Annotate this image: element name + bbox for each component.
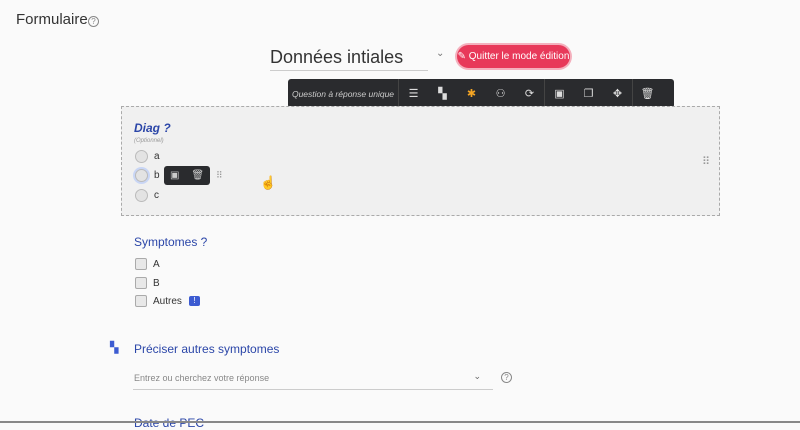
radio-b[interactable]	[135, 169, 148, 182]
required-asterisk-icon[interactable]: ✱	[457, 87, 486, 100]
question-toolbar: Question à réponse unique ☰ ▚ ✱ ⚇ ⟳ ▣ ❐ …	[288, 79, 674, 108]
help-icon[interactable]: ?	[88, 16, 99, 27]
comment-alert-icon[interactable]: ▣	[545, 87, 574, 100]
help-icon[interactable]: ?	[501, 372, 512, 383]
comment-alert-icon[interactable]: !	[189, 296, 200, 306]
option-label: B	[153, 278, 160, 289]
question-type-label: Question à réponse unique	[291, 88, 395, 99]
optional-label: (Optionnel)	[134, 138, 164, 144]
quit-edit-mode-button[interactable]: ✎ Quitter le mode édition	[457, 45, 570, 68]
cursor-hand-icon: ☝	[260, 175, 277, 190]
option-label: Autres	[153, 296, 182, 307]
comment-alert-icon[interactable]: ▣	[170, 170, 179, 181]
list-options-icon[interactable]: ☰	[399, 87, 428, 100]
option-label: a	[154, 151, 160, 162]
form-section-select[interactable]: Données intiales	[270, 47, 428, 71]
question-label: Diag ?	[134, 121, 171, 135]
question-label: Symptomes ?	[134, 235, 208, 249]
option-label: A	[153, 259, 160, 270]
input-placeholder: Entrez ou cherchez votre réponse	[134, 373, 270, 383]
question-label: Date de PEC	[134, 416, 205, 430]
edit-icon: ✎	[457, 51, 469, 62]
delete-icon[interactable]: 🗑	[191, 170, 204, 181]
option-label: b	[154, 170, 160, 181]
checkbox-b[interactable]	[135, 277, 147, 289]
repeat-icon[interactable]: ⟳	[515, 87, 544, 100]
option-label: c	[154, 190, 159, 201]
selected-question-block[interactable]	[121, 106, 720, 216]
branching-icon: ▚	[110, 342, 119, 354]
duplicate-icon[interactable]: ❐	[574, 87, 603, 100]
chevron-down-icon[interactable]: ⌄	[473, 371, 481, 382]
page-title: Formulaire	[16, 11, 88, 28]
checkbox-autres[interactable]	[135, 295, 147, 307]
drag-handle-icon[interactable]: ⠿	[216, 170, 223, 181]
move-icon[interactable]: ✥	[603, 87, 632, 100]
chevron-down-icon[interactable]: ⌄	[436, 48, 444, 59]
delete-icon[interactable]: 🗑	[633, 87, 662, 100]
question-label: Préciser autres symptomes	[134, 342, 280, 356]
checkbox-a[interactable]	[135, 258, 147, 270]
search-select-input[interactable]: Entrez ou cherchez votre réponse ⌄	[133, 369, 493, 390]
branching-icon[interactable]: ▚	[428, 87, 457, 100]
drag-handle-icon[interactable]: ⠿	[702, 155, 710, 168]
radio-a[interactable]	[135, 150, 148, 163]
option-toolbar: ▣ 🗑	[164, 166, 210, 185]
user-permission-icon[interactable]: ⚇	[486, 87, 515, 100]
radio-c[interactable]	[135, 189, 148, 202]
